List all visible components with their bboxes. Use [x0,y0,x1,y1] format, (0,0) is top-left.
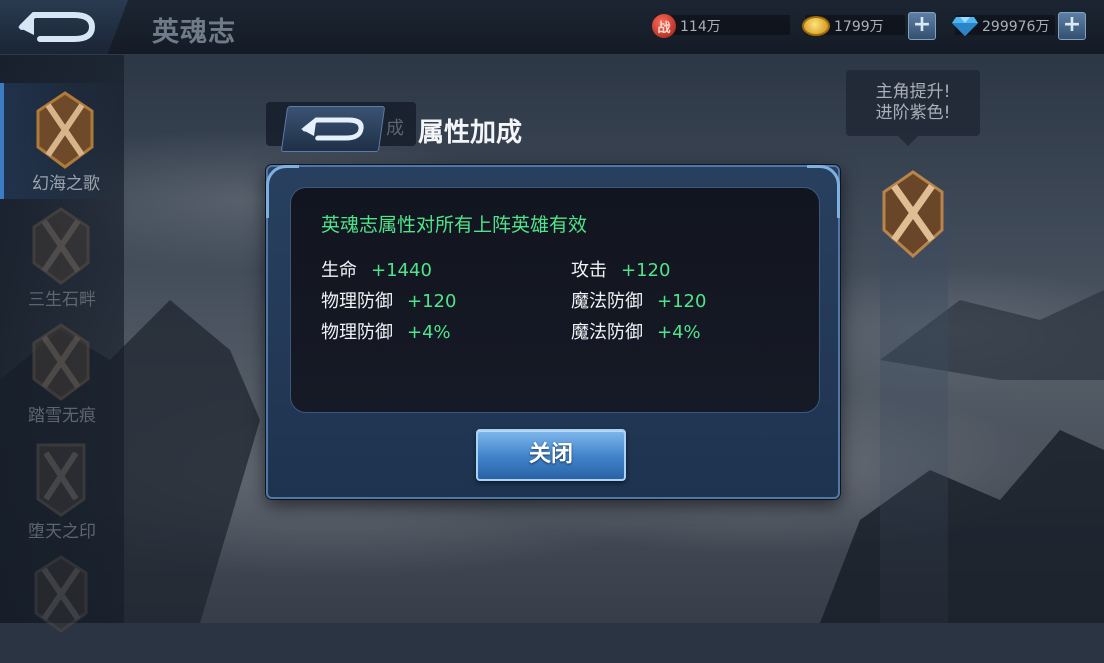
stat-name: 生命 [321,260,357,281]
upgrade-tip-bubble: 主角提升! 进阶紫色! [846,70,980,136]
attribute-list-panel: 英魂志属性对所有上阵英雄有效 生命 +1440 攻击 +120 物理防御 +120 魔… [290,187,820,413]
tip-line-2: 进阶紫色! [875,103,951,123]
sidebar-item-locked[interactable] [0,547,124,663]
diamond-icon [952,17,978,36]
page-title: 英魂志 [152,17,236,48]
power-display: 战 114万 [652,13,721,39]
sidebar-item-huanhai[interactable]: 幻海之歌 [0,83,124,199]
stat-attack: 攻击 +120 [571,256,670,282]
crossed-swords-badge-icon [34,555,88,633]
diamond-value: 299976万 [982,19,1050,35]
add-gold-button[interactable]: + [908,12,936,40]
stat-name: 魔法防御 [571,291,643,312]
effect-description: 英魂志属性对所有上阵英雄有效 [321,214,588,236]
stat-name: 魔法防御 [571,322,643,343]
sidebar-item-sansheng[interactable]: 三生石畔 [0,199,124,315]
chapter-sidebar: 幻海之歌 三生石畔 踏雪无痕 堕天之印 [0,55,124,633]
stat-name: 物理防御 [321,322,393,343]
power-value: 114万 [680,19,721,35]
crossed-swords-badge-icon [32,207,90,285]
stat-physical-defense: 物理防御 +120 [321,287,456,313]
plus-icon: + [1062,12,1082,37]
stat-value: +120 [657,291,707,312]
stat-magic-defense: 魔法防御 +120 [571,287,706,313]
sidebar-item-label: 三生石畔 [28,290,96,310]
crossed-swords-badge-icon[interactable] [880,168,946,260]
add-diamond-button[interactable]: + [1058,12,1086,40]
diamond-display: 299976万 [952,13,1049,39]
sidebar-item-duotian[interactable]: 堕天之印 [0,431,124,547]
sidebar-item-label: 幻海之歌 [32,174,100,194]
crossed-swords-badge-icon [36,443,86,517]
back-button[interactable] [0,0,128,54]
power-icon: 战 [652,14,676,38]
dialog-back-tab[interactable] [280,106,386,152]
attribute-bonus-dialog: 英魂志属性对所有上阵英雄有效 生命 +1440 攻击 +120 物理防御 +120 魔… [266,165,840,499]
tip-line-1: 主角提升! [875,82,951,102]
back-arrow-icon [301,117,364,141]
crossed-swords-badge-icon [32,323,90,401]
stat-hp: 生命 +1440 [321,256,432,282]
stat-magic-defense-percent: 魔法防御 +4% [571,318,701,344]
sidebar-item-taxue[interactable]: 踏雪无痕 [0,315,124,431]
back-arrow-icon [18,12,96,42]
stat-name: 攻击 [571,260,607,281]
stat-value: +120 [621,260,671,281]
top-bar: 英魂志 战 114万 1799万 + 299976万 + [0,0,1104,55]
dialog-title: 属性加成 [418,118,523,148]
stat-physical-defense-percent: 物理防御 +4% [321,318,451,344]
gold-coin-icon [802,16,830,36]
sidebar-item-label: 踏雪无痕 [28,406,96,426]
stat-name: 物理防御 [321,291,393,312]
close-button[interactable]: 关闭 [476,429,626,481]
crossed-swords-badge-icon [36,91,94,169]
stat-value: +1440 [371,260,432,281]
tip-bubble-arrow [898,136,918,146]
plus-icon: + [912,12,932,37]
gold-display: 1799万 [802,13,884,39]
sidebar-item-label: 堕天之印 [28,522,96,542]
dialog-header: 成 属性加成 [266,102,566,152]
gold-value: 1799万 [834,19,884,35]
stat-value: +4% [407,322,451,343]
tab-ghost-label: 成 [386,118,404,139]
stat-value: +4% [657,322,701,343]
stat-value: +120 [407,291,457,312]
